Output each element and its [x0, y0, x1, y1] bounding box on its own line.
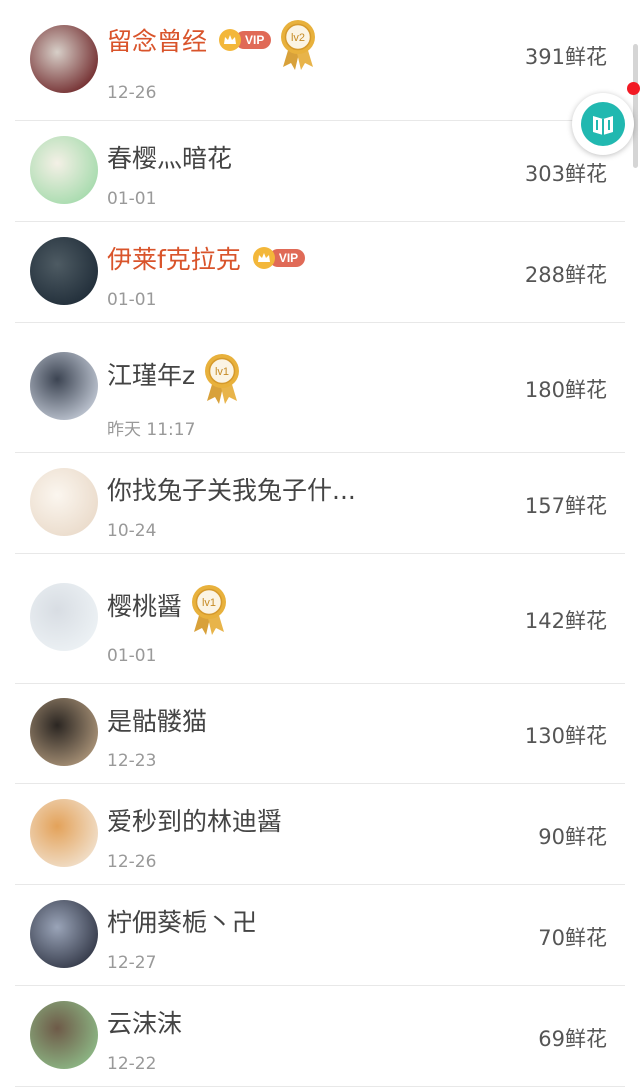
ranking-row[interactable]: 云沫沫 12-22 69鲜花: [15, 986, 625, 1087]
svg-text:lv1: lv1: [202, 597, 216, 609]
flower-count: 180鲜花: [524, 378, 607, 402]
flower-count: 142鲜花: [524, 609, 607, 633]
user-name[interactable]: 樱桃醤: [107, 587, 182, 623]
name-line: 江瑾年z lv1: [107, 354, 241, 404]
ranking-row[interactable]: 江瑾年z lv1 昨天 11:17 180鲜花: [15, 323, 625, 453]
avatar-image: [30, 583, 98, 651]
flower-count: 303鲜花: [524, 161, 607, 186]
avatar-image: [30, 352, 98, 420]
flower-count: 391鲜花: [524, 44, 607, 69]
last-active-date: 01-01: [107, 290, 157, 310]
avatar-image: [30, 236, 98, 305]
ranking-row[interactable]: 爱秒到的林迪醤 12-26 90鲜花: [15, 784, 625, 885]
user-name[interactable]: 是骷髅猫: [107, 702, 207, 738]
svg-text:lv1: lv1: [215, 366, 229, 378]
ranking-row[interactable]: 柠佣葵栀丶卍 12-27 70鲜花: [15, 885, 625, 986]
name-line: 云沫沫: [107, 1004, 182, 1040]
floating-read-button[interactable]: [572, 93, 634, 155]
avatar-image: [30, 467, 98, 536]
avatar[interactable]: [30, 467, 98, 536]
vip-badge: VIP: [219, 29, 272, 51]
ranking-row[interactable]: 你找兔子关我兔子什... 10-24 157鲜花: [15, 453, 625, 554]
level-medal-icon: lv2: [279, 17, 317, 71]
flower-count: 90鲜花: [538, 824, 607, 849]
notification-dot: [627, 82, 640, 95]
name-line: 爱秒到的林迪醤: [107, 802, 282, 838]
name-line: 樱桃醤 lv1: [107, 585, 228, 635]
last-active-date: 12-27: [107, 953, 157, 973]
avatar[interactable]: [30, 24, 98, 93]
user-name[interactable]: 伊莱f克拉克: [107, 240, 241, 276]
last-active-date: 昨天 11:17: [107, 420, 196, 440]
ranking-row[interactable]: 春樱灬暗花 01-01 303鲜花: [15, 121, 625, 222]
avatar[interactable]: [30, 798, 98, 867]
avatar-image: [30, 1000, 98, 1069]
user-name[interactable]: 柠佣葵栀丶卍: [107, 903, 257, 939]
user-name[interactable]: 留念曾经: [107, 22, 207, 58]
last-active-date: 12-22: [107, 1054, 157, 1074]
book-icon: [581, 102, 625, 146]
avatar[interactable]: [30, 352, 98, 420]
ranking-row[interactable]: 是骷髅猫 12-23 130鲜花: [15, 684, 625, 784]
flower-count: 288鲜花: [524, 262, 607, 287]
last-active-date: 01-01: [107, 189, 157, 209]
name-line: 是骷髅猫: [107, 702, 207, 738]
avatar-image: [30, 698, 98, 766]
last-active-date: 12-23: [107, 751, 157, 771]
name-line: 伊莱f克拉克 VIP: [107, 240, 306, 276]
crown-icon: [252, 247, 275, 269]
ranking-row[interactable]: 留念曾经 VIP lv2 12-26 391鲜花: [15, 0, 625, 121]
crown-icon: [219, 29, 242, 51]
last-active-date: 10-24: [107, 521, 157, 541]
last-active-date: 01-01: [107, 646, 157, 666]
flower-count: 130鲜花: [524, 724, 607, 748]
user-name[interactable]: 爱秒到的林迪醤: [107, 802, 282, 838]
avatar[interactable]: [30, 899, 98, 968]
name-line: 春樱灬暗花: [107, 139, 232, 175]
user-name[interactable]: 江瑾年z: [107, 356, 195, 392]
ranking-row[interactable]: 伊莱f克拉克 VIP 01-01 288鲜花: [15, 222, 625, 323]
avatar[interactable]: [30, 236, 98, 305]
ranking-row[interactable]: 樱桃醤 lv1 01-01 142鲜花: [15, 554, 625, 684]
flower-count: 69鲜花: [538, 1026, 607, 1051]
avatar-image: [30, 24, 98, 93]
name-line: 柠佣葵栀丶卍: [107, 903, 257, 939]
avatar[interactable]: [30, 1000, 98, 1069]
last-active-date: 12-26: [107, 852, 157, 872]
level-medal-icon: lv1: [190, 582, 228, 636]
avatar-image: [30, 899, 98, 968]
user-name[interactable]: 云沫沫: [107, 1004, 182, 1040]
level-medal-icon: lv1: [203, 351, 241, 405]
last-active-date: 12-26: [107, 83, 157, 103]
flower-count: 157鲜花: [524, 493, 607, 518]
avatar[interactable]: [30, 583, 98, 651]
avatar[interactable]: [30, 698, 98, 766]
name-line: 留念曾经 VIP lv2: [107, 20, 317, 70]
user-name[interactable]: 春樱灬暗花: [107, 139, 232, 175]
name-line: 你找兔子关我兔子什...: [107, 471, 356, 507]
avatar-image: [30, 798, 98, 867]
vip-badge: VIP: [252, 247, 306, 269]
avatar-image: [30, 135, 98, 204]
user-name[interactable]: 你找兔子关我兔子什...: [107, 471, 356, 507]
scrollbar[interactable]: [633, 44, 638, 168]
svg-text:lv2: lv2: [291, 32, 305, 44]
flower-count: 70鲜花: [538, 925, 607, 950]
avatar[interactable]: [30, 135, 98, 204]
